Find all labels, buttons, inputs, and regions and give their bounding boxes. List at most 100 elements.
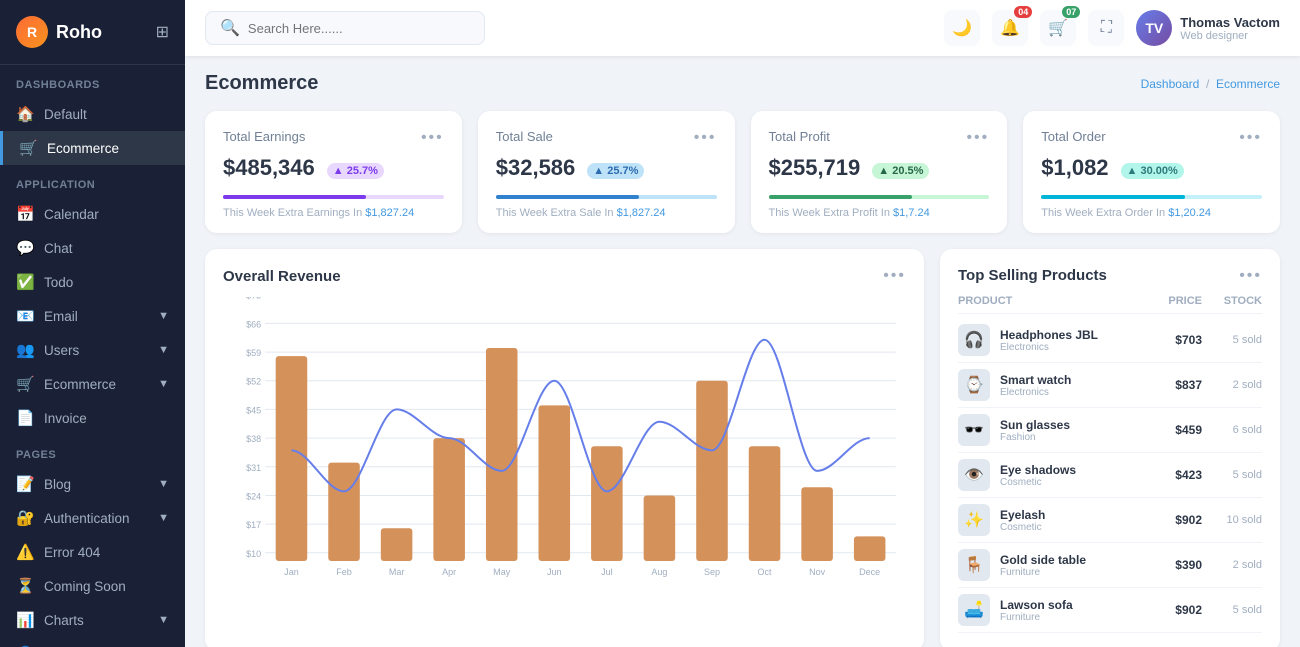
sidebar-item-default[interactable]: 🏠 Default — [0, 97, 185, 131]
product-price: $703 — [1152, 333, 1202, 347]
product-price: $390 — [1152, 558, 1202, 572]
top-selling-items: 🎧 Headphones JBL Electronics $703 5 sold… — [958, 318, 1262, 633]
sidebar-section-label: Application — [0, 165, 185, 197]
stat-menu-button[interactable]: ••• — [421, 129, 444, 147]
sidebar-item-label: Chat — [44, 241, 73, 256]
logo-icon: R — [16, 16, 48, 48]
chart-header: Overall Revenue ••• — [223, 267, 906, 285]
sidebar-item-users[interactable]: 👥 Users ▼ — [0, 333, 185, 367]
product-price: $459 — [1152, 423, 1202, 437]
top-selling-card: Top Selling Products ••• Product Price S… — [940, 249, 1280, 647]
svg-text:$24: $24 — [246, 491, 261, 501]
sidebar-item-label: Ecommerce — [44, 377, 116, 392]
sidebar-item-label: Email — [44, 309, 78, 324]
breadcrumb-current: Ecommerce — [1216, 77, 1280, 91]
svg-text:Nov: Nov — [809, 567, 826, 577]
sidebar-logo: R Roho ⊞ — [0, 0, 185, 65]
stat-progress-bar — [223, 195, 366, 199]
stat-card-header: Total Sale ••• — [496, 129, 717, 147]
stat-label: Total Order — [1041, 129, 1105, 144]
product-stock: 5 sold — [1202, 604, 1262, 616]
search-input[interactable] — [248, 21, 448, 36]
sidebar-icon: 🛒 — [19, 139, 37, 157]
stat-note: This Week Extra Order In $1,20.24 — [1041, 207, 1262, 219]
stat-menu-button[interactable]: ••• — [694, 129, 717, 147]
stat-card-header: Total Earnings ••• — [223, 129, 444, 147]
sidebar-item-todo[interactable]: ✅ Todo — [0, 265, 185, 299]
product-category: Cosmetic — [1000, 477, 1152, 488]
notifications-button[interactable]: 🔔 04 — [992, 10, 1028, 46]
page-title: Ecommerce — [205, 72, 318, 95]
sidebar-icon: 🏠 — [16, 105, 34, 123]
product-category: Furniture — [1000, 612, 1152, 623]
sidebar-item-calendar[interactable]: 📅 Calendar — [0, 197, 185, 231]
product-icon: 🛋️ — [958, 594, 990, 626]
stat-progress-bar — [496, 195, 639, 199]
stat-menu-button[interactable]: ••• — [1239, 129, 1262, 147]
top-selling-item: 🕶️ Sun glasses Fashion $459 6 sold — [958, 408, 1262, 453]
breadcrumb-base: Dashboard — [1141, 77, 1200, 91]
product-icon: 🪑 — [958, 549, 990, 581]
sidebar-item-blog[interactable]: 📝 Blog ▼ — [0, 467, 185, 501]
sidebar-nav: Dashboards🏠 Default 🛒 Ecommerce Applicat… — [0, 65, 185, 647]
svg-text:Jun: Jun — [547, 567, 562, 577]
stat-badge: ▲ 25.7% — [587, 163, 644, 179]
sidebar-item-coming-soon[interactable]: ⏳ Coming Soon — [0, 569, 185, 603]
product-icon: 🕶️ — [958, 414, 990, 446]
top-selling-columns: Product Price Stock — [958, 295, 1262, 314]
product-icon: ✨ — [958, 504, 990, 536]
avatar: TV — [1136, 10, 1172, 46]
search-box[interactable]: 🔍 — [205, 11, 485, 45]
top-selling-menu-button[interactable]: ••• — [1239, 267, 1262, 285]
chevron-down-icon: ▼ — [158, 378, 169, 390]
top-selling-header: Top Selling Products ••• — [958, 267, 1262, 285]
product-price: $902 — [1152, 603, 1202, 617]
col-price: Price — [1152, 295, 1202, 307]
theme-toggle-button[interactable]: 🌙 — [944, 10, 980, 46]
chart-menu-button[interactable]: ••• — [883, 267, 906, 285]
product-name: Gold side table — [1000, 553, 1152, 567]
sidebar-item-ecommerce[interactable]: 🛒 Ecommerce — [0, 131, 185, 165]
search-icon: 🔍 — [220, 18, 240, 38]
sidebar-item-label: Default — [44, 107, 87, 122]
product-name: Eye shadows — [1000, 463, 1152, 477]
svg-text:$59: $59 — [246, 348, 261, 358]
fullscreen-button[interactable]: ⛶ — [1088, 10, 1124, 46]
product-stock: 6 sold — [1202, 424, 1262, 436]
product-name: Smart watch — [1000, 373, 1152, 387]
stat-progress-bar — [769, 195, 912, 199]
col-product: Product — [958, 295, 1152, 307]
chevron-down-icon: ▼ — [158, 478, 169, 490]
sidebar-item-email[interactable]: 📧 Email ▼ — [0, 299, 185, 333]
product-icon: 🎧 — [958, 324, 990, 356]
stat-card-0: Total Earnings ••• $485,346 ▲ 25.7% This… — [205, 111, 462, 233]
svg-text:$66: $66 — [246, 319, 261, 329]
sidebar-item-authentication[interactable]: 🔐 Authentication ▼ — [0, 501, 185, 535]
svg-text:Sep: Sep — [704, 567, 720, 577]
sidebar-item-charts[interactable]: 📊 Charts ▼ — [0, 603, 185, 637]
sidebar-icon: 📧 — [16, 307, 34, 325]
product-category: Cosmetic — [1000, 522, 1152, 533]
user-name: Thomas Vactom — [1180, 15, 1280, 30]
sidebar-icon: 🔐 — [16, 509, 34, 527]
chevron-down-icon: ▼ — [158, 344, 169, 356]
sidebar-item-label: Error 404 — [44, 545, 100, 560]
product-icon: 👁️ — [958, 459, 990, 491]
stat-menu-button[interactable]: ••• — [966, 129, 989, 147]
sidebar-section-label: Dashboards — [0, 65, 185, 97]
sidebar-item-contacts[interactable]: 👤 Contacts — [0, 637, 185, 647]
sidebar-item-label: Blog — [44, 477, 71, 492]
stats-cards: Total Earnings ••• $485,346 ▲ 25.7% This… — [205, 111, 1280, 233]
grid-icon[interactable]: ⊞ — [156, 22, 169, 42]
sidebar-item-chat[interactable]: 💬 Chat — [0, 231, 185, 265]
page-header: Ecommerce Dashboard / Ecommerce — [205, 72, 1280, 95]
svg-text:$52: $52 — [246, 377, 261, 387]
sidebar-item-ecommerce[interactable]: 🛒 Ecommerce ▼ — [0, 367, 185, 401]
logo-text: Roho — [56, 22, 102, 43]
bar-chart-svg: $80$73$66$59$52$45$38$31$24$17$10JanFebM… — [223, 297, 906, 597]
user-profile[interactable]: TV Thomas Vactom Web designer — [1136, 10, 1280, 46]
sidebar-item-invoice[interactable]: 📄 Invoice — [0, 401, 185, 435]
svg-text:Jan: Jan — [284, 567, 299, 577]
sidebar-item-error-404[interactable]: ⚠️ Error 404 — [0, 535, 185, 569]
cart-button[interactable]: 🛒 07 — [1040, 10, 1076, 46]
